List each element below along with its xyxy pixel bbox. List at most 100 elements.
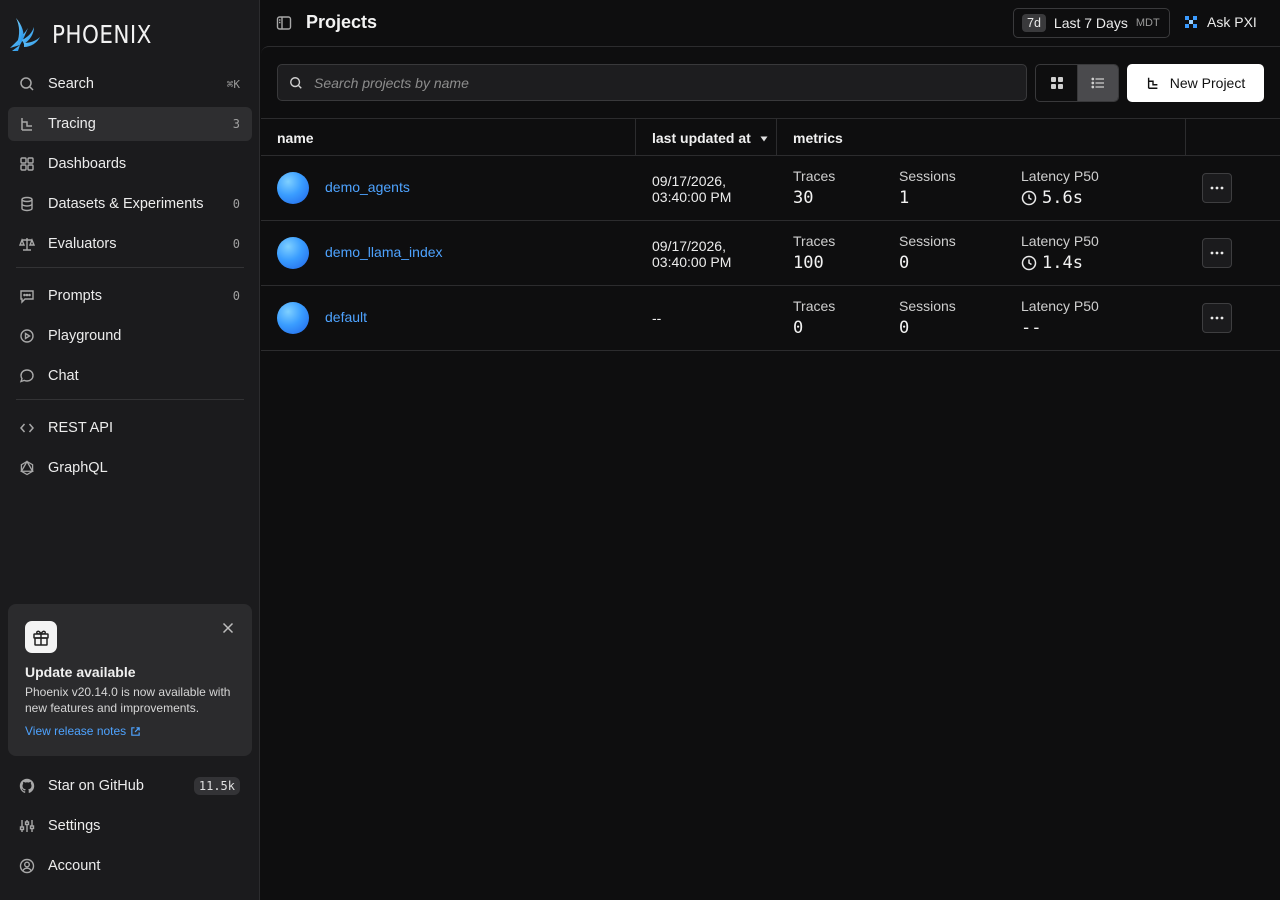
table-row: demo_llama_index 09/17/2026, 03:40:00 PM…: [261, 221, 1280, 286]
clock-icon: [1021, 255, 1037, 271]
update-title: Update available: [25, 664, 136, 680]
metric-value: 30: [793, 188, 814, 208]
github-icon: [18, 777, 36, 795]
sidebar-item-label: GraphQL: [48, 460, 108, 476]
time-range-picker[interactable]: 7d Last 7 Days MDT: [1013, 8, 1170, 38]
row-actions-button[interactable]: [1202, 238, 1232, 268]
sidebar-item-dashboards[interactable]: Dashboards: [8, 147, 252, 181]
scale-icon: [18, 235, 36, 253]
sidebar-item-rest-api[interactable]: REST API: [8, 411, 252, 445]
sidebar-item-graphql[interactable]: GraphQL: [8, 451, 252, 485]
shortcut-hint: ⌘K: [226, 77, 240, 91]
sidebar-item-label: Account: [48, 858, 101, 874]
table-row: demo_agents 09/17/2026, 03:40:00 PM Trac…: [261, 156, 1280, 221]
column-header-updated[interactable]: last updated at: [652, 119, 768, 156]
column-divider[interactable]: [1185, 119, 1186, 156]
metric-value: --: [1021, 318, 1042, 338]
tracing-icon: [1147, 77, 1158, 89]
sessions-metric: Sessions 0: [899, 298, 956, 338]
row-actions-button[interactable]: [1202, 173, 1232, 203]
pxi-sparkle-icon: [1185, 16, 1197, 28]
main-content: New Project name last updated at metrics…: [261, 46, 1280, 900]
list-view-button[interactable]: [1077, 65, 1118, 101]
column-divider[interactable]: [635, 119, 636, 156]
last-updated-time: 03:40:00 PM: [652, 189, 732, 205]
gift-icon: [25, 621, 57, 653]
sidebar-item-settings[interactable]: Settings: [8, 809, 252, 843]
tracing-icon: [18, 115, 36, 133]
last-updated-cell: 09/17/2026, 03:40:00 PM: [652, 173, 731, 205]
nav-bottom: Star on GitHub 11.5k Settings Account: [8, 769, 252, 889]
sidebar-item-playground[interactable]: Playground: [8, 319, 252, 353]
sidebar-item-github[interactable]: Star on GitHub 11.5k: [8, 769, 252, 803]
logo-text: PHOENIX: [52, 19, 152, 49]
user-circle-icon: [18, 857, 36, 875]
ask-pxi-button[interactable]: Ask PXI: [1185, 14, 1257, 30]
last-updated-cell: 09/17/2026, 03:40:00 PM: [652, 238, 731, 270]
traces-metric: Traces 100: [793, 233, 835, 273]
close-icon[interactable]: [220, 620, 236, 636]
sidebar-item-label: Star on GitHub: [48, 778, 144, 794]
sidebar-item-label: Settings: [48, 818, 101, 834]
update-description: Phoenix v20.14.0 is now available with n…: [25, 685, 231, 715]
sidebar-item-search[interactable]: Search ⌘K: [8, 67, 252, 101]
last-updated-time: 03:40:00 PM: [652, 254, 732, 270]
database-icon: [18, 195, 36, 213]
last-updated-cell: --: [652, 310, 661, 326]
graphql-icon: [18, 459, 36, 477]
sliders-icon: [18, 817, 36, 835]
latency-metric: Latency P50 --: [1021, 298, 1099, 338]
table-row: default -- Traces 0 Sessions 0 Latency P…: [261, 286, 1280, 351]
project-avatar: [277, 302, 309, 334]
sort-desc-icon: [760, 136, 768, 142]
row-actions-button[interactable]: [1202, 303, 1232, 333]
more-horizontal-icon: [1210, 316, 1224, 320]
grid-view-button[interactable]: [1036, 65, 1077, 101]
metric-label: Latency P50: [1021, 168, 1099, 184]
sidebar-item-label: Playground: [48, 328, 122, 344]
last-updated-date: --: [652, 310, 662, 326]
search-icon: [18, 75, 36, 93]
new-project-button[interactable]: New Project: [1127, 64, 1264, 102]
sidebar-item-label: Prompts: [48, 288, 102, 304]
release-notes-label: View release notes: [25, 724, 127, 738]
count-badge: 3: [232, 117, 240, 131]
sidebar-item-account[interactable]: Account: [8, 849, 252, 883]
sidebar-item-chat[interactable]: Chat: [8, 359, 252, 393]
metric-value: 0: [793, 318, 804, 338]
search-bar[interactable]: [277, 64, 1027, 101]
sidebar-item-prompts[interactable]: Prompts 0: [8, 279, 252, 313]
code-icon: [18, 419, 36, 437]
projects-table: name last updated at metrics demo_agents…: [261, 118, 1280, 351]
timezone-label: MDT: [1135, 17, 1160, 29]
traces-metric: Traces 30: [793, 168, 835, 208]
project-name-link[interactable]: demo_llama_index: [325, 244, 443, 260]
phoenix-logo[interactable]: PHOENIX: [8, 14, 168, 54]
metric-value: 100: [793, 253, 824, 273]
page-title: Projects: [306, 12, 378, 32]
sidebar-item-evaluators[interactable]: Evaluators 0: [8, 227, 252, 261]
metric-value-wrap: 1.4s: [1021, 253, 1099, 273]
metric-label: Traces: [793, 298, 836, 314]
metric-value: 1.4s: [1042, 253, 1083, 273]
column-header-name[interactable]: name: [277, 119, 314, 156]
last-updated-date: 09/17/2026,: [652, 173, 726, 189]
grid-icon: [18, 155, 36, 173]
release-notes-link[interactable]: View release notes: [25, 724, 235, 738]
top-bar: Projects 7d Last 7 Days MDT Ask PXI: [260, 0, 1280, 46]
sidebar-toggle-icon[interactable]: [276, 15, 292, 31]
column-divider[interactable]: [776, 119, 777, 156]
more-horizontal-icon: [1210, 186, 1224, 190]
project-name-link[interactable]: demo_agents: [325, 179, 410, 195]
metric-value: 1: [899, 188, 910, 208]
metric-label: Traces: [793, 233, 836, 249]
time-range-abbr: 7d: [1022, 14, 1046, 32]
project-name-link[interactable]: default: [325, 309, 367, 325]
search-projects-input[interactable]: [314, 74, 994, 91]
grid-icon: [1050, 77, 1063, 89]
sidebar-item-tracing[interactable]: Tracing 3: [8, 107, 252, 141]
list-icon: [1091, 77, 1104, 89]
chat-bubble-icon: [18, 367, 36, 385]
clock-icon: [1021, 190, 1037, 206]
sidebar-item-datasets[interactable]: Datasets & Experiments 0: [8, 187, 252, 221]
